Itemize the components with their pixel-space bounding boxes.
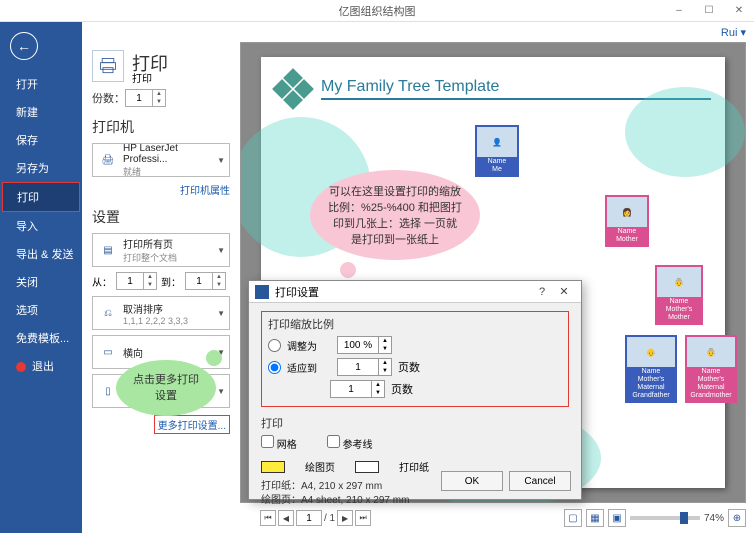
to-label: 到： [161,274,181,289]
collate-icon: ⎌ [97,302,119,324]
adjust-label: 调整为 [287,338,331,353]
sidebar-item-export[interactable]: 导出 & 发送 [0,240,82,268]
backstage-sidebar: ← 打开 新建 保存 另存为 打印 导入 导出 & 发送 关闭 选项 免费模板.… [0,22,82,533]
printer-heading: 打印机 [92,117,230,137]
swatch-print [355,461,379,473]
adjust-value[interactable]: ▲▼ [337,336,392,354]
view-fit[interactable]: ▣ [608,509,626,527]
grid-checkbox[interactable] [261,435,274,448]
fit-height[interactable]: ▲▼ [330,380,385,398]
print-button[interactable] [92,50,124,82]
app-title: 亿图组织结构图 [339,3,416,19]
view-multi[interactable]: ▦ [586,509,604,527]
ok-button[interactable]: OK [441,471,503,491]
back-button[interactable]: ← [10,32,38,60]
fit-radio[interactable] [268,361,281,374]
dialog-close[interactable]: ✕ [553,285,575,298]
guides-checkbox[interactable] [327,435,340,448]
printer-icon: 🖨 [97,149,119,171]
zoom-fit[interactable]: ⊕ [728,509,746,527]
sidebar-item-new[interactable]: 新建 [0,98,82,126]
print-icon-label: 打印 [132,74,152,85]
orientation-icon: ▭ [97,341,119,363]
collate-select[interactable]: ⎌ 取消排序1,1,1 2,2,2 3,3,3 ▼ [92,296,230,330]
print-range-select[interactable]: ▤ 打印所有页打印整个文档 ▼ [92,233,230,267]
window-minimize[interactable]: – [664,0,694,22]
sidebar-item-print[interactable]: 打印 [2,182,80,212]
template-logo-icon [275,71,311,107]
window-close[interactable]: ✕ [724,0,754,22]
dialog-title: 打印设置 [275,284,319,300]
copies-input[interactable] [126,90,152,106]
zoom-value: 74% [704,513,724,524]
annotation-bubble-pink: 可以在这里设置打印的缩放 比例：%25-%400 和把图打印到几张上：选择 一页… [310,170,480,260]
print-info-2: 绘图页：A4 sheet, 210 x 297 mm [261,494,569,508]
dialog-help[interactable]: ? [531,286,553,298]
to-stepper[interactable]: ▲▼ [185,272,226,290]
from-label: 从： [92,274,112,289]
printer-select[interactable]: 🖨 HP LaserJet Professi... 就绪 ▼ [92,143,230,177]
adjust-radio[interactable] [268,339,281,352]
cancel-button[interactable]: Cancel [509,471,571,491]
print-settings-dialog: 打印设置 ? ✕ 打印缩放比例 调整为 ▲▼ 适应到 ▲▼ 页数 ▲▼ 页数 [248,280,582,500]
fit-label: 适应到 [287,360,331,375]
settings-heading: 设置 [92,207,230,227]
copies-label: 份数： [92,90,125,106]
annotation-bubble-green: 点击更多打印 设置 [116,360,216,416]
sidebar-item-close[interactable]: 关闭 [0,268,82,296]
scale-group-title: 打印缩放比例 [268,316,562,332]
fit-width[interactable]: ▲▼ [337,358,392,376]
pages-icon: ▤ [97,239,119,261]
copies-stepper[interactable]: ▲▼ [125,89,166,107]
window-maximize[interactable]: ☐ [694,0,724,22]
printer-properties-link[interactable]: 打印机属性 [92,182,230,197]
sidebar-item-save[interactable]: 保存 [0,126,82,154]
sidebar-item-templates[interactable]: 免费模板... [0,324,82,352]
sidebar-item-open[interactable]: 打开 [0,70,82,98]
sidebar-item-import[interactable]: 导入 [0,212,82,240]
pages-unit-2: 页数 [391,381,413,397]
dialog-icon [255,285,269,299]
pages-unit-1: 页数 [398,359,420,375]
zoom-slider[interactable] [630,516,700,520]
sidebar-item-options[interactable]: 选项 [0,296,82,324]
sidebar-item-exit[interactable]: 退出 [0,352,82,380]
swatch-draw [261,461,285,473]
sidebar-item-saveas[interactable]: 另存为 [0,154,82,182]
from-stepper[interactable]: ▲▼ [116,272,157,290]
print-group-title: 打印 [261,415,569,431]
more-print-settings-link[interactable]: 更多打印设置... [154,415,230,434]
